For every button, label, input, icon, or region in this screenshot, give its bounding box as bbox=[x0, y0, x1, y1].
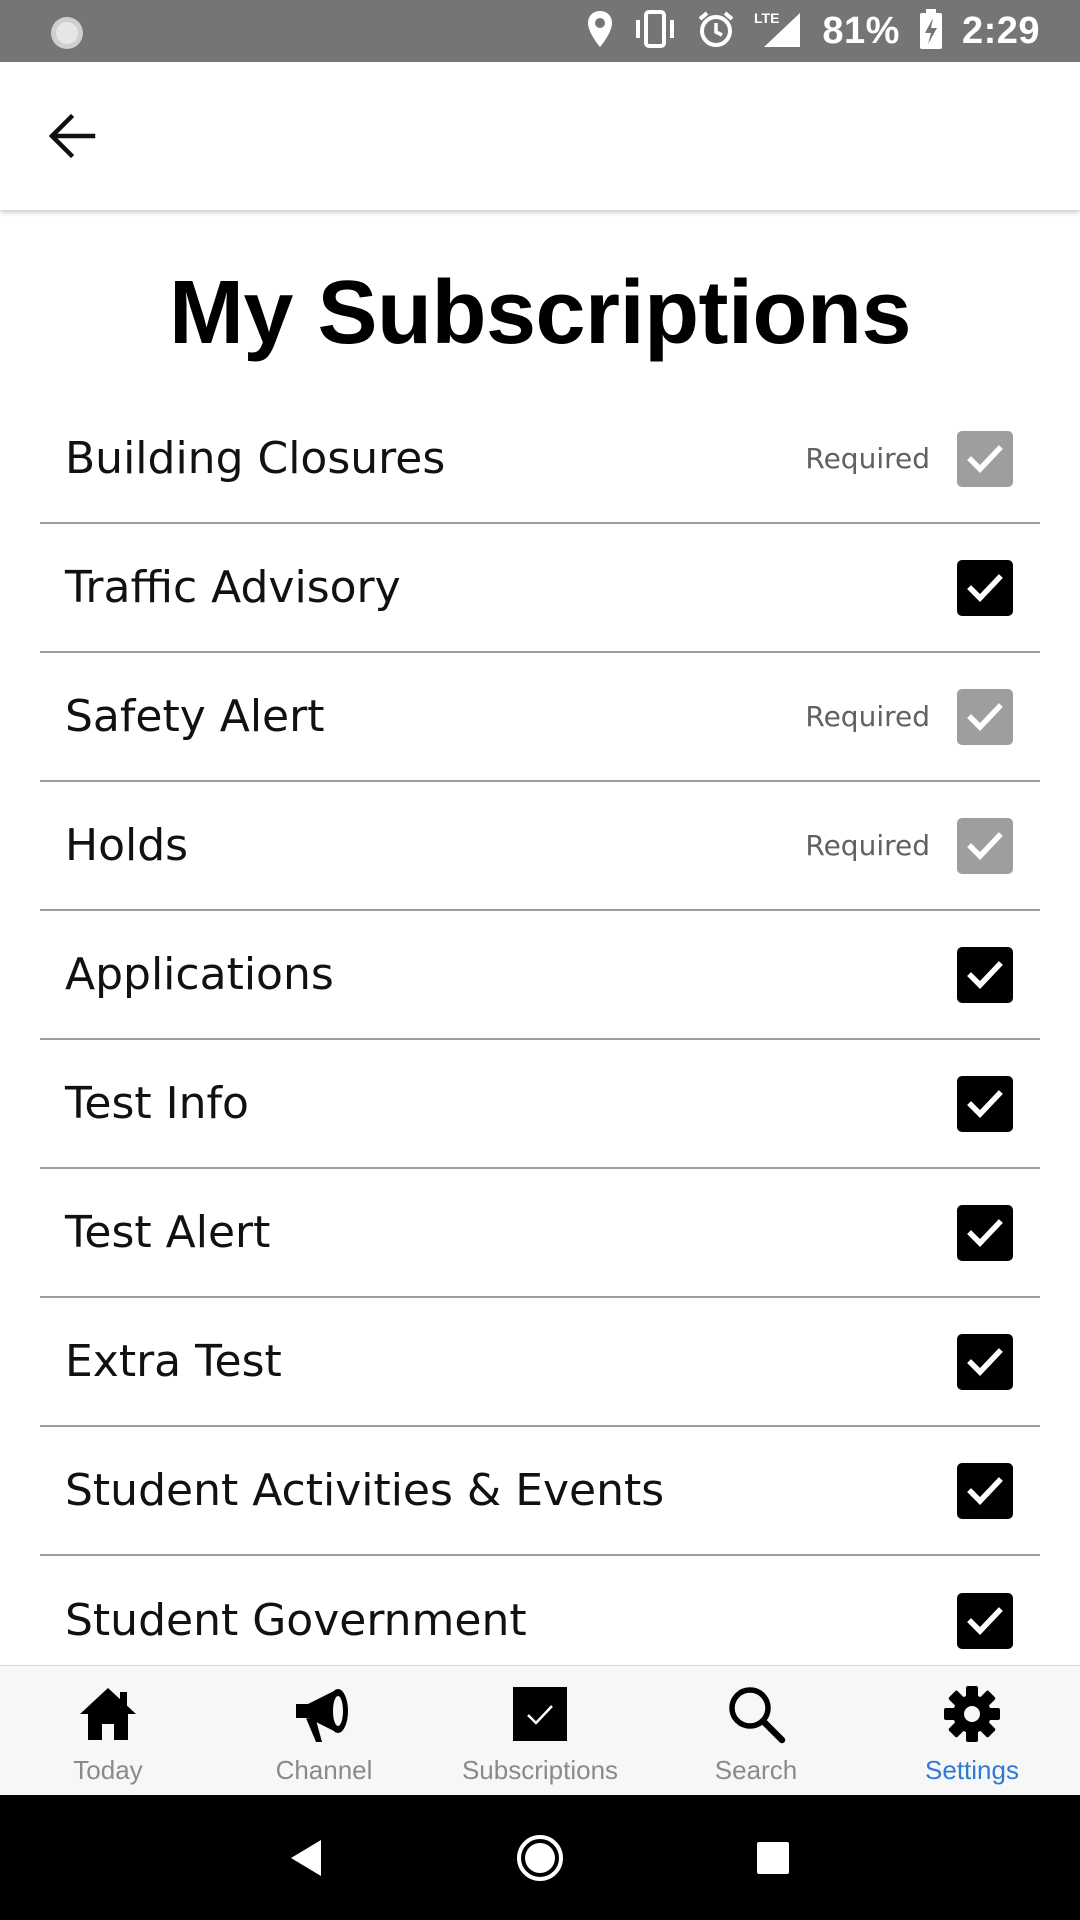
nav-label: Today bbox=[73, 1755, 143, 1785]
subscription-checkbox[interactable] bbox=[957, 688, 1013, 745]
subscription-checkbox[interactable] bbox=[957, 946, 1013, 1003]
subscription-label: Test Info bbox=[65, 1078, 249, 1129]
subscription-row[interactable]: Student Activities & Events bbox=[40, 1427, 1040, 1556]
app-bar bbox=[0, 62, 1080, 210]
nav-item-channel[interactable]: Channel bbox=[216, 1666, 432, 1795]
subscription-row[interactable]: Building Closures Required bbox=[40, 395, 1040, 524]
megaphone-icon bbox=[291, 1681, 357, 1747]
checkmark-icon bbox=[967, 831, 1003, 860]
nav-label: Settings bbox=[925, 1755, 1019, 1785]
loading-spinner-icon bbox=[48, 14, 86, 52]
subscription-label: Traffic Advisory bbox=[65, 562, 401, 613]
subscription-list: Building Closures Required Traffic Advis… bbox=[40, 395, 1040, 1685]
checkmark-icon bbox=[967, 1476, 1003, 1505]
home-icon bbox=[75, 1681, 141, 1747]
subscription-checkbox[interactable] bbox=[957, 1333, 1013, 1390]
nav-item-today[interactable]: Today bbox=[0, 1666, 216, 1795]
svg-text:LTE: LTE bbox=[754, 10, 779, 26]
bottom-navigation: Today Channel Subscriptions Search Setti… bbox=[0, 1665, 1080, 1795]
alarm-icon bbox=[696, 9, 736, 54]
checkbox-icon bbox=[507, 1681, 573, 1747]
subscription-label: Test Alert bbox=[65, 1207, 271, 1258]
nav-label: Channel bbox=[275, 1755, 373, 1785]
subscription-row[interactable]: Holds Required bbox=[40, 782, 1040, 911]
vibrate-icon bbox=[632, 9, 678, 54]
subscription-row[interactable]: Applications bbox=[40, 911, 1040, 1040]
system-back-button[interactable] bbox=[272, 1823, 342, 1893]
subscription-checkbox[interactable] bbox=[957, 559, 1013, 616]
triangle-back-icon bbox=[290, 1839, 321, 1876]
subscription-row[interactable]: Safety Alert Required bbox=[40, 653, 1040, 782]
subscription-checkbox[interactable] bbox=[957, 1592, 1013, 1649]
subscription-label: Student Activities & Events bbox=[65, 1465, 665, 1516]
page-title: My Subscriptions bbox=[168, 263, 912, 363]
nav-label: Search bbox=[714, 1755, 798, 1785]
system-recents-button[interactable] bbox=[738, 1823, 808, 1893]
required-badge: Required bbox=[805, 829, 930, 862]
subscription-row[interactable]: Traffic Advisory bbox=[40, 524, 1040, 653]
subscription-row[interactable]: Extra Test bbox=[40, 1298, 1040, 1427]
checkmark-icon bbox=[967, 444, 1003, 473]
search-icon bbox=[723, 1681, 789, 1747]
circle-home-icon bbox=[516, 1834, 563, 1881]
status-indicators: LTE 81% 2:29 bbox=[586, 0, 1040, 62]
subscription-row[interactable]: Test Info bbox=[40, 1040, 1040, 1169]
battery-percent: 81% bbox=[822, 9, 900, 52]
subscription-row[interactable]: Test Alert bbox=[40, 1169, 1040, 1298]
subscription-checkbox[interactable] bbox=[957, 430, 1013, 487]
gear-icon bbox=[939, 1681, 1005, 1747]
checkmark-icon bbox=[967, 573, 1003, 602]
checkmark-icon bbox=[967, 1347, 1003, 1376]
checkmark-icon bbox=[967, 1606, 1003, 1635]
nav-item-settings[interactable]: Settings bbox=[864, 1666, 1080, 1795]
subscription-label: Safety Alert bbox=[65, 691, 325, 742]
subscription-checkbox[interactable] bbox=[957, 1075, 1013, 1132]
subscription-label: Student Government bbox=[65, 1595, 527, 1646]
battery-charging-icon bbox=[918, 8, 944, 55]
clock-time: 2:29 bbox=[961, 9, 1040, 52]
lte-signal-icon: LTE bbox=[754, 9, 804, 54]
subscription-label: Applications bbox=[65, 949, 334, 1000]
system-navigation-bar bbox=[0, 1795, 1080, 1920]
subscription-label: Extra Test bbox=[65, 1336, 282, 1387]
checkmark-icon bbox=[967, 702, 1003, 731]
subscription-checkbox[interactable] bbox=[957, 1204, 1013, 1261]
subscription-label: Holds bbox=[65, 820, 189, 871]
nav-item-search[interactable]: Search bbox=[648, 1666, 864, 1795]
checkmark-icon bbox=[967, 1218, 1003, 1247]
system-home-button[interactable] bbox=[505, 1823, 575, 1893]
location-icon bbox=[586, 9, 614, 54]
status-bar: LTE 81% 2:29 bbox=[0, 0, 1080, 62]
required-badge: Required bbox=[805, 442, 930, 475]
subscription-checkbox[interactable] bbox=[957, 1462, 1013, 1519]
back-button[interactable] bbox=[44, 108, 100, 164]
required-badge: Required bbox=[805, 700, 930, 733]
subscription-checkbox[interactable] bbox=[957, 817, 1013, 874]
nav-label: Subscriptions bbox=[461, 1755, 619, 1785]
subscription-label: Building Closures bbox=[65, 433, 446, 484]
checkmark-icon bbox=[967, 1089, 1003, 1118]
square-recents-icon bbox=[757, 1841, 790, 1874]
checkmark-icon bbox=[967, 960, 1003, 989]
nav-item-subscriptions[interactable]: Subscriptions bbox=[432, 1666, 648, 1795]
back-arrow-icon bbox=[48, 113, 96, 159]
